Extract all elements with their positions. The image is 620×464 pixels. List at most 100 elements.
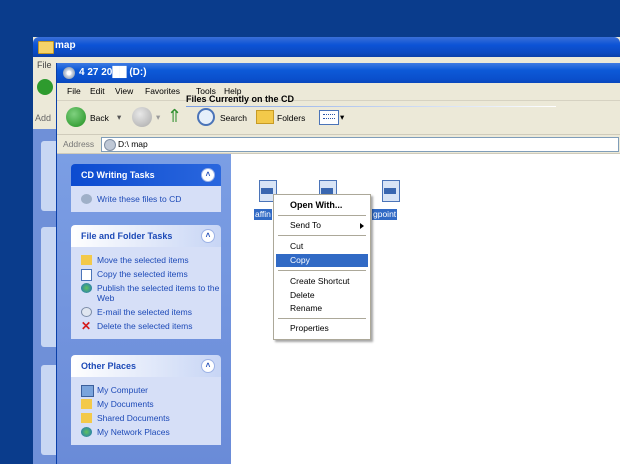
file-item[interactable] [376, 180, 402, 208]
menu-favorites[interactable]: Favorites [145, 86, 180, 96]
ctx-rename[interactable]: Rename [276, 302, 368, 315]
menu-bar: File Edit View Favorites Tools Help [57, 83, 620, 101]
background-window-title: map [55, 40, 76, 51]
ctx-separator [278, 215, 366, 216]
ctx-delete[interactable]: Delete [276, 289, 368, 302]
task-write-files-to-cd[interactable]: Write these files to CD [71, 192, 221, 206]
back-button[interactable]: Back [90, 113, 109, 123]
panel-body: My Computer My Documents Shared Document… [71, 377, 221, 445]
collapse-chevron-icon[interactable]: ˄ [201, 229, 215, 243]
ctx-properties[interactable]: Properties [276, 322, 368, 335]
collapse-chevron-icon[interactable]: ˄ [201, 359, 215, 373]
ctx-separator [278, 270, 366, 271]
panel-title: Other Places [81, 361, 137, 371]
task-copy-selected-items[interactable]: Copy the selected items [71, 267, 221, 281]
panel-header[interactable]: File and Folder Tasks ˄ [71, 225, 221, 247]
ctx-separator [278, 318, 366, 319]
write-cd-icon [81, 194, 92, 204]
window-titlebar[interactable]: 4 27 20██ (D:) [57, 63, 620, 83]
file-label[interactable]: gpoint [372, 209, 398, 220]
documents-folder-icon [81, 399, 92, 409]
email-icon [81, 307, 92, 317]
ctx-separator [278, 235, 366, 236]
task-label: Write these files to CD [97, 194, 182, 204]
task-email-selected-items[interactable]: E-mail the selected items [71, 305, 221, 319]
panel-body: Write these files to CD [71, 186, 221, 212]
search-button[interactable]: Search [220, 113, 247, 123]
network-globe-icon [81, 427, 92, 437]
forward-arrow-icon[interactable] [132, 107, 152, 127]
task-label: Publish the selected items to the Web [97, 283, 220, 303]
address-input[interactable]: D:\ map [101, 137, 619, 152]
task-publish-selected-items[interactable]: Publish the selected items to the Web [71, 281, 221, 305]
task-label: E-mail the selected items [97, 307, 192, 317]
search-icon[interactable] [197, 108, 215, 126]
task-pane: CD Writing Tasks ˄ Write these files to … [57, 154, 231, 464]
collapse-chevron-icon[interactable]: ˄ [201, 168, 215, 182]
folders-button[interactable]: Folders [277, 113, 305, 123]
task-label: Move the selected items [97, 255, 189, 265]
menu-edit[interactable]: Edit [90, 86, 105, 96]
cd-drive-icon [63, 67, 75, 79]
file-label[interactable]: affin [254, 209, 272, 220]
file-icon-band [261, 188, 273, 194]
address-bar: Address D:\ map [57, 135, 620, 154]
ctx-cut[interactable]: Cut [276, 240, 368, 253]
back-arrow-icon[interactable] [66, 107, 86, 127]
ctx-open-with[interactable]: Open With... [276, 199, 368, 212]
copy-icon [81, 269, 92, 281]
shared-folder-icon [81, 413, 92, 423]
panel-header[interactable]: CD Writing Tasks ˄ [71, 164, 221, 186]
address-label: Address [63, 139, 95, 149]
panel-body: Move the selected items Copy the selecte… [71, 247, 221, 339]
delete-x-icon: ✕ [81, 319, 92, 333]
panel-cd-writing-tasks: CD Writing Tasks ˄ Write these files to … [71, 164, 221, 212]
heading-divider [186, 106, 556, 107]
globe-icon [81, 283, 92, 293]
file-area-heading: Files Currently on the CD [186, 94, 295, 104]
background-window-titlebar[interactable]: map [33, 37, 620, 57]
context-menu: Open With... Send To Cut Copy Create Sho… [273, 194, 371, 340]
panel-other-places: Other Places ˄ My Computer My Documents … [71, 355, 221, 445]
place-label: Shared Documents [97, 413, 170, 423]
back-dropdown-icon[interactable]: ▾ [117, 112, 121, 123]
views-icon[interactable] [319, 110, 339, 125]
folder-icon [38, 41, 54, 54]
submenu-arrow-icon [360, 223, 364, 229]
folders-icon[interactable] [256, 110, 274, 124]
place-label: My Documents [97, 399, 154, 409]
ctx-copy[interactable]: Copy [276, 254, 368, 267]
views-icon-line [323, 114, 335, 116]
menu-view[interactable]: View [115, 86, 133, 96]
task-label: Delete the selected items [97, 321, 193, 331]
place-label: My Computer [97, 385, 149, 395]
move-folder-icon [81, 255, 92, 265]
address-value: D:\ map [118, 139, 148, 149]
views-dropdown-icon[interactable]: ▾ [340, 112, 344, 123]
up-folder-icon[interactable]: ⇑ [167, 106, 182, 127]
place-my-documents[interactable]: My Documents [71, 397, 221, 411]
computer-icon [81, 385, 94, 397]
task-move-selected-items[interactable]: Move the selected items [71, 253, 221, 267]
file-icon-band [384, 188, 396, 194]
task-delete-selected-items[interactable]: ✕ Delete the selected items [71, 319, 221, 333]
panel-header[interactable]: Other Places ˄ [71, 355, 221, 377]
ctx-send-to-label: Send To [290, 220, 322, 230]
panel-file-and-folder-tasks: File and Folder Tasks ˄ Move the selecte… [71, 225, 221, 339]
place-my-network-places[interactable]: My Network Places [71, 425, 221, 439]
place-my-computer[interactable]: My Computer [71, 383, 221, 397]
background-back-button[interactable] [37, 79, 53, 95]
views-icon-line [323, 118, 335, 120]
background-address-stub: Add [35, 113, 52, 123]
ctx-create-shortcut[interactable]: Create Shortcut [276, 275, 368, 288]
panel-title: CD Writing Tasks [81, 170, 155, 180]
forward-dropdown-icon[interactable]: ▾ [156, 112, 160, 123]
task-label: Copy the selected items [97, 269, 188, 279]
place-shared-documents[interactable]: Shared Documents [71, 411, 221, 425]
place-label: My Network Places [97, 427, 170, 437]
window-title: 4 27 20██ (D:) [79, 67, 147, 78]
panel-title: File and Folder Tasks [81, 231, 173, 241]
cd-drive-icon [104, 139, 116, 151]
ctx-send-to[interactable]: Send To [276, 219, 368, 232]
menu-file[interactable]: File [67, 86, 81, 96]
